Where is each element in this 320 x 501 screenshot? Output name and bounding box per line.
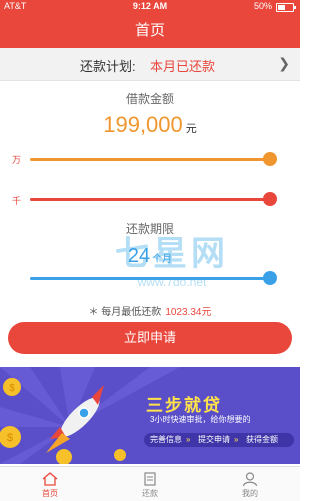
page-title: 首页 <box>134 22 165 39</box>
slider-term-handle[interactable] <box>263 271 277 285</box>
tab-repay[interactable]: 还款 <box>100 467 200 501</box>
slider-term[interactable] <box>30 271 277 285</box>
nav-bar: 首页 <box>0 14 300 48</box>
repay-plan-label: 还款计划: <box>80 59 136 74</box>
promo-banner[interactable]: $ $ 三步就贷 3小时快速审批，给你想要的 完善信息 » 提交申请 » 获得金… <box>0 367 300 464</box>
svg-text:$: $ <box>7 432 13 444</box>
banner-steps: 完善信息 » 提交申请 » 获得金额 <box>144 433 294 447</box>
slider-wan[interactable] <box>30 152 277 166</box>
svg-text:$: $ <box>9 383 15 394</box>
chevron-right-icon: ❯ <box>278 55 290 71</box>
amount-display: 199,000 元 <box>0 112 300 138</box>
slider-qian[interactable] <box>30 192 277 206</box>
banner-subline: 3小时快速审批，给你想要的 <box>150 415 251 424</box>
status-bar: AT&T 9:12 AM 50% <box>0 0 300 14</box>
clipboard-icon <box>144 472 156 486</box>
repay-plan-status: 本月已还款 <box>150 59 216 74</box>
monthly-min-label: ＊ 每月最低还款 <box>88 307 162 318</box>
step-arrow-icon: » <box>186 435 191 444</box>
user-icon <box>242 472 258 486</box>
slider-qian-label: 千 <box>12 196 22 206</box>
battery-percent: 50% <box>253 1 272 11</box>
monthly-min-amount: 1023.34元 <box>165 307 212 318</box>
banner-headline: 三步就贷 <box>146 396 222 415</box>
banner-step: 获得金额 <box>246 435 278 444</box>
tab-profile-label: 我的 <box>242 489 258 498</box>
repay-plan-row[interactable]: 还款计划: 本月已还款 ❯ <box>0 48 300 81</box>
step-arrow-icon: » <box>234 435 239 444</box>
tab-bar: 首页 还款 我的 <box>0 466 300 501</box>
tab-home-label: 首页 <box>42 489 58 498</box>
amount-unit: 元 <box>185 123 197 135</box>
home-icon <box>42 472 58 486</box>
slider-wan-label: 万 <box>12 155 22 165</box>
battery-icon <box>276 3 296 12</box>
amount-value: 199,000 <box>103 112 183 137</box>
banner-step: 完善信息 <box>150 435 182 444</box>
apply-button[interactable]: 立即申请 <box>8 322 292 354</box>
banner-step: 提交申请 <box>198 435 230 444</box>
tab-home[interactable]: 首页 <box>0 467 100 501</box>
tab-profile[interactable]: 我的 <box>200 467 300 501</box>
slider-qian-handle[interactable] <box>263 192 277 206</box>
amount-title: 借款金额 <box>125 92 174 106</box>
monthly-min-row: ＊ 每月最低还款 1023.34元 <box>0 303 300 318</box>
slider-wan-handle[interactable] <box>263 152 277 166</box>
battery-nub <box>294 6 296 9</box>
watermark-brand: 七星网 <box>115 235 229 273</box>
battery-fill <box>278 5 285 10</box>
tab-repay-label: 还款 <box>142 489 158 498</box>
